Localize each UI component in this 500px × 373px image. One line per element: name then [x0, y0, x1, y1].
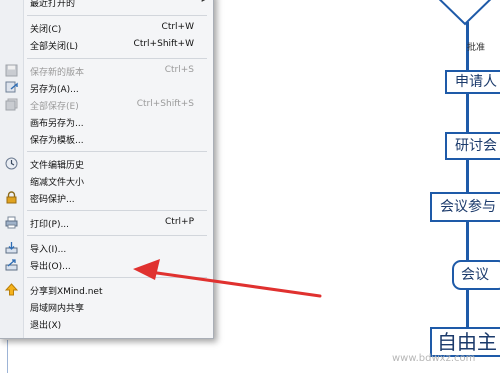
annotation-arrow	[133, 259, 322, 298]
